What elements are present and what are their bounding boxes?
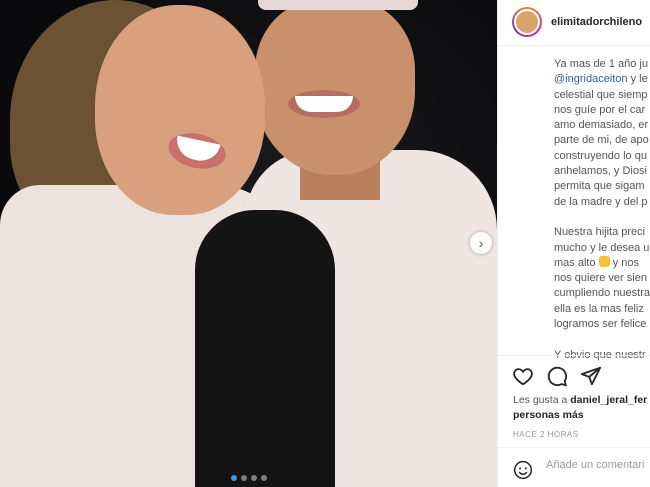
caption-line: de la madre y del p [554,195,648,208]
username-link[interactable]: elimitadorchileno [551,16,642,28]
carousel-dot [261,475,267,481]
caption-line: anhelamos, y Diosi [554,165,647,178]
likes-count-link[interactable]: personas más [513,409,584,421]
caption-text: y le [627,73,648,86]
photo-shape [295,96,353,112]
action-icons [512,365,602,387]
photo-shape [258,0,418,10]
caption-line: cumpliendo nuestra [554,287,650,300]
caption-gap [554,332,650,347]
carousel-dot [241,475,247,481]
share-icon[interactable] [580,365,602,387]
caption-gap [554,210,650,225]
comment-icon[interactable] [546,365,568,387]
caption-line: mucho y le desea u [554,241,650,254]
caption-line: mas alto y nos [554,255,650,271]
chevron-right-icon: › [478,235,484,251]
caption-line: parte de mi, de apo [554,134,649,147]
post-timestamp[interactable]: HACE 2 HORAS [513,430,579,439]
comment-input[interactable] [546,459,650,471]
post-actions: Les gusta a daniel_jeral_fer personas má… [498,355,650,487]
likes-summary: Les gusta a daniel_jeral_fer personas má… [513,393,647,423]
emoji-icon [598,255,610,267]
photo-shape [195,210,335,487]
caption-text: y nos [609,256,639,269]
liker-username-link[interactable]: daniel_jeral_fer [570,394,647,406]
caption-line: construyendo lo qu [554,149,647,162]
likes-prefix: Les gusta a [513,394,571,406]
caption-line: ella es la mas feliz [554,302,644,315]
avatar[interactable] [512,7,542,37]
carousel-indicator [231,475,267,481]
caption-text: mas alto [554,256,596,269]
post-side-panel: elimitadorchileno Ya mas de 1 año ju @in… [497,0,650,487]
comment-bar [498,447,650,487]
post-caption: Ya mas de 1 año ju @ingridaceiton y le c… [554,57,650,363]
caption-line: Nuestra hijita preci [554,226,646,239]
caption-line: logramos ser felice [554,318,647,331]
mention-link[interactable]: @ingridaceiton [554,73,628,85]
avatar-image [514,9,540,35]
photo-shape [95,5,265,215]
carousel-next-button[interactable]: › [470,232,492,254]
post-photo[interactable]: › [0,0,497,487]
heart-icon[interactable] [512,365,534,387]
caption-line: amo demasiado, er [554,119,649,132]
smiley-icon[interactable] [513,460,533,480]
caption-line: celestial que siemp [554,88,648,101]
post-header: elimitadorchileno [498,0,650,46]
caption-line: @ingridaceiton y le [554,72,650,87]
carousel-dot [231,475,237,481]
caption-line: nos guíe por el car [554,103,646,116]
caption-line: permita que sigam [554,180,645,193]
photo-shape [255,0,415,175]
caption-line: nos quiere ver sien [554,272,647,285]
carousel-dot [251,475,257,481]
caption-line: Ya mas de 1 año ju [554,58,648,70]
